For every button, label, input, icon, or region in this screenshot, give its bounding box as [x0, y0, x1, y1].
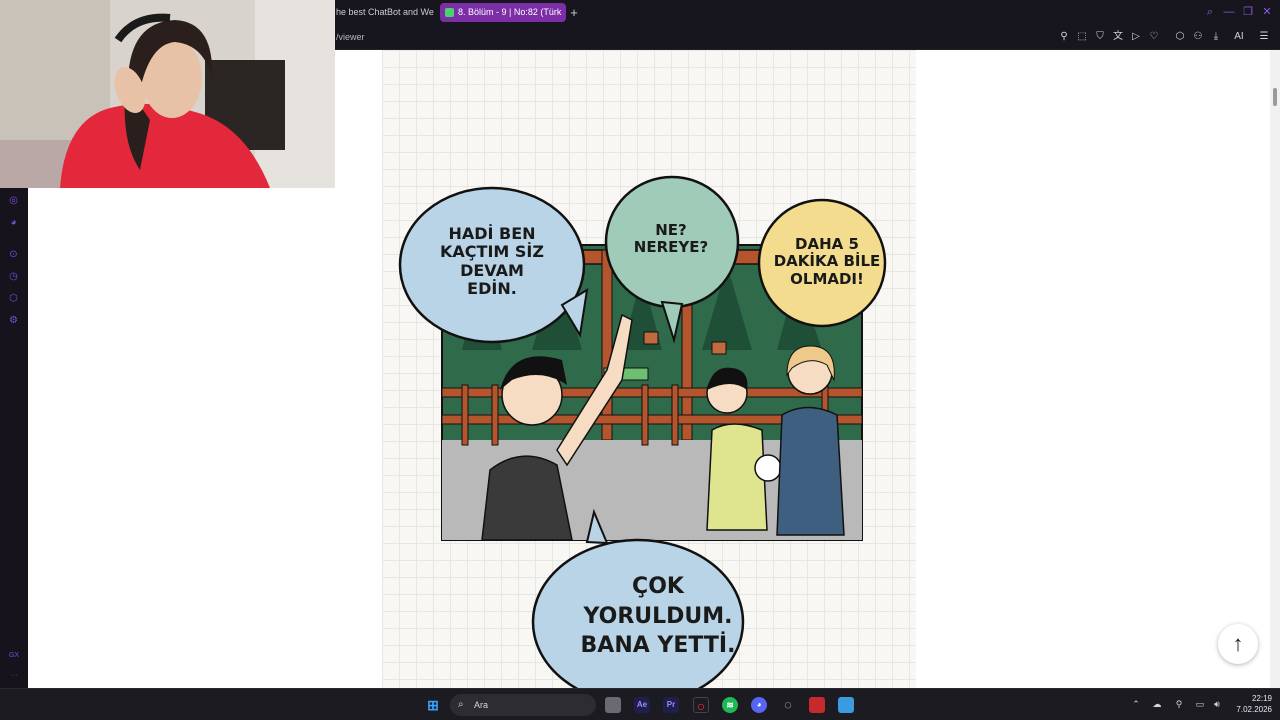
settings-icon[interactable]: ⚙: [7, 314, 20, 327]
player-icon[interactable]: ⊙: [7, 248, 20, 261]
search-icon: ⌕: [458, 699, 464, 710]
clock-time: 22:19: [1251, 694, 1272, 703]
scroll-to-top-button[interactable]: ↑: [1218, 624, 1258, 664]
tab-label: 8. Bölüm - 9 | No:82 (Türk: [458, 7, 562, 17]
premiere-icon[interactable]: Pr: [663, 697, 679, 713]
tab-favicon-icon: [445, 8, 454, 17]
play-icon[interactable]: ▷: [1129, 30, 1143, 44]
opera-gx-icon[interactable]: ○: [693, 697, 709, 714]
pergola-post: [601, 249, 613, 441]
maximize-icon[interactable]: ❐: [1240, 4, 1256, 20]
taskbar-search[interactable]: ⌕ Ara: [450, 694, 596, 716]
spotify-icon[interactable]: ≋: [722, 697, 738, 713]
taskbar: ⊞ ⌕ Ara Ae Pr ○ ≋ ◕ ◌ ⌃ ☁ ⚲ ▭ 🔊︎ 22:19 7…: [0, 688, 1280, 720]
speech-bubble-1-text: HADİ BEN KAÇTIM SİZ DEVAM EDİN.: [440, 224, 544, 299]
more-icon[interactable]: ···: [6, 672, 22, 679]
search-placeholder: Ara: [474, 700, 489, 710]
webcam-overlay: [0, 0, 335, 188]
after-effects-icon[interactable]: Ae: [634, 697, 650, 713]
tab-chatbot[interactable]: he best ChatBot and We: [330, 3, 434, 22]
download-icon[interactable]: ⤓: [1209, 30, 1223, 44]
instagram-icon[interactable]: ◎: [7, 194, 20, 207]
pot-2: [711, 341, 727, 355]
onedrive-icon[interactable]: ☁: [1150, 697, 1164, 711]
speech-bubble-2-text: NE? NEREYE?: [633, 221, 709, 257]
menu-icon[interactable]: ☰: [1257, 30, 1271, 44]
discord-icon[interactable]: ◕: [7, 216, 20, 229]
webcam-image: [0, 0, 335, 188]
task-view-icon[interactable]: [605, 697, 621, 713]
history-icon[interactable]: ◷: [7, 270, 20, 283]
close-icon[interactable]: ✕: [1259, 4, 1275, 20]
windows-start-icon[interactable]: ⊞: [425, 697, 441, 713]
minimize-icon[interactable]: —: [1221, 4, 1237, 20]
character-right: [776, 345, 845, 536]
paint-app-icon[interactable]: [838, 697, 854, 713]
profile-icon[interactable]: ⚇: [1191, 30, 1205, 44]
volume-icon[interactable]: 🔊︎: [1210, 697, 1224, 711]
discord-taskbar-icon[interactable]: ◕: [751, 697, 767, 713]
display-icon[interactable]: ▭: [1193, 697, 1207, 711]
extensions-icon[interactable]: ⬡: [1173, 30, 1187, 44]
heart-icon[interactable]: ♡: [1147, 30, 1161, 44]
translate-icon[interactable]: 文: [1111, 30, 1125, 44]
speech-bubble-3-text: DAHA 5 DAKİKA BİLE OLMADI!: [773, 235, 881, 288]
browser-sidebar: ◎ ◕ ⊙ ◷ ⬡ ⚙ GX ···: [0, 188, 28, 688]
pin-icon[interactable]: ⚲: [1057, 30, 1071, 44]
extensions-sidebar-icon[interactable]: ⬡: [7, 292, 20, 305]
clock-date: 7.02.2026: [1236, 705, 1272, 714]
volleyball: [754, 454, 782, 482]
taskbar-clock[interactable]: 22:19 7.02.2026: [1228, 693, 1272, 715]
search-tabs-icon[interactable]: ⌕: [1202, 4, 1218, 20]
chevron-up-icon[interactable]: ⌃: [1129, 697, 1143, 711]
gx-label[interactable]: GX: [6, 652, 22, 659]
shield-icon[interactable]: ⛉: [1093, 30, 1107, 44]
media-app-icon[interactable]: [809, 697, 825, 713]
snapshot-icon[interactable]: ⬚: [1075, 30, 1089, 44]
page-scrollbar[interactable]: [1270, 50, 1280, 688]
screen: he best ChatBot and We 8. Bölüm - 9 | No…: [0, 0, 1280, 720]
scrollbar-thumb[interactable]: [1273, 88, 1277, 106]
tab-comic-viewer[interactable]: 8. Bölüm - 9 | No:82 (Türk: [440, 3, 566, 22]
app-icon[interactable]: ◌: [780, 697, 796, 713]
comic-panel: HADİ BEN KAÇTIM SİZ DEVAM EDİN. NE? NEREYE?…: [382, 50, 916, 688]
ai-label: AI: [1234, 31, 1244, 42]
pot-1: [643, 331, 659, 345]
microphone-icon[interactable]: ⚲: [1172, 697, 1186, 711]
speech-bubble-4-text: ÇOK YORULDUM. BANA YETTİ.: [580, 574, 736, 659]
url-field[interactable]: /viewer: [336, 30, 365, 44]
ai-button[interactable]: AI: [1229, 30, 1249, 44]
new-tab-button[interactable]: +: [568, 3, 580, 22]
